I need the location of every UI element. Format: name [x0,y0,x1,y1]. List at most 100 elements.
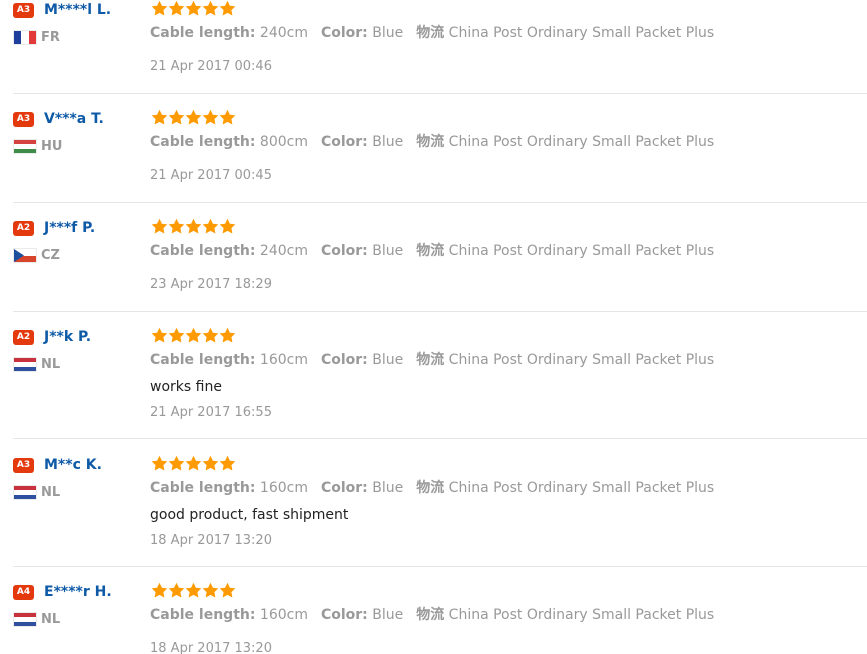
review-date: 21 Apr 2017 16:55 [150,405,272,420]
separator [13,311,867,312]
review-list: A3 M****l L. FR Cable length: 240cm Color… [0,0,867,654]
buyer-level-badge: A2 [13,221,34,236]
prop-value: China Post Ordinary Small Packet Plus [448,25,715,41]
buyer-country: NL [41,357,61,372]
buyer-name-link[interactable]: E****r H. [44,582,112,602]
star-icon [168,455,185,471]
feedback-text: works fine [150,379,222,395]
prop-key: Color: [320,243,368,259]
prop-value: China Post Ordinary Small Packet Plus [448,243,715,259]
order-properties: Cable length: 800cm Color: Blue 物流 China P… [150,132,714,152]
flag-hu-icon [14,140,36,153]
buyer-name-link[interactable]: M**c K. [44,455,102,475]
prop-key: Cable length: [150,134,256,150]
prop-key: 物流 [416,243,445,259]
star-icon [151,327,168,343]
prop-value: Blue [372,480,404,496]
prop-value: Blue [372,25,404,41]
prop-key: Cable length: [150,352,256,368]
star-icon [168,582,185,598]
buyer-country: HU [41,139,63,154]
buyer-name-link[interactable]: J***f P. [44,218,95,238]
star-icon [202,582,219,598]
star-icon [219,109,236,125]
buyer-level-badge: A2 [13,330,34,345]
star-icon [202,455,219,471]
flag-nl-icon [14,358,36,371]
prop-key: 物流 [416,134,445,150]
prop-key: 物流 [416,25,445,41]
star-icon [168,218,185,234]
buyer-country: CZ [41,248,60,263]
star-rating [151,109,236,127]
prop-value: China Post Ordinary Small Packet Plus [448,352,715,368]
order-properties: Cable length: 160cm Color: Blue 物流 China P… [150,350,714,370]
prop-value: China Post Ordinary Small Packet Plus [448,607,715,623]
review-item: A2 J***f P. CZ Cable length: 240cm Color:… [0,218,867,312]
star-icon [151,0,168,16]
star-icon [168,327,185,343]
star-icon [219,0,236,16]
separator [13,202,867,203]
star-icon [151,218,168,234]
prop-value: Blue [372,607,404,623]
prop-value: Blue [372,352,404,368]
review-date: 18 Apr 2017 13:20 [150,641,272,654]
star-icon [168,0,185,16]
review-date: 18 Apr 2017 13:20 [150,533,272,548]
flag-nl-icon [14,613,36,626]
flag-fr-icon [14,31,36,44]
prop-key: Color: [320,480,368,496]
star-icon [202,218,219,234]
review-date: 21 Apr 2017 00:45 [150,168,272,183]
star-icon [151,455,168,471]
prop-key: 物流 [416,352,445,368]
star-icon [219,455,236,471]
prop-key: 物流 [416,480,445,496]
star-rating [151,455,236,473]
buyer-country: NL [41,485,61,500]
buyer-country: FR [41,30,60,45]
review-date: 23 Apr 2017 18:29 [150,277,272,292]
star-rating [151,218,236,236]
buyer-level-badge: A3 [13,3,34,18]
feedback-text: good product, fast shipment [150,507,349,523]
prop-key: Color: [320,607,368,623]
star-rating [151,0,236,18]
buyer-name-link[interactable]: J**k P. [44,327,91,347]
star-rating [151,327,236,345]
prop-key: 物流 [416,607,445,623]
review-item: A4 E****r H. NL Cable length: 160cm Color… [0,582,867,654]
order-properties: Cable length: 240cm Color: Blue 物流 China P… [150,241,714,261]
star-icon [185,218,202,234]
prop-value: 800cm [259,134,308,150]
prop-value: 240cm [259,243,308,259]
prop-key: Color: [320,352,368,368]
prop-key: Cable length: [150,25,256,41]
order-properties: Cable length: 160cm Color: Blue 物流 China P… [150,605,714,625]
star-icon [202,327,219,343]
prop-key: Cable length: [150,607,256,623]
prop-value: Blue [372,243,404,259]
prop-value: 160cm [259,352,308,368]
review-date: 21 Apr 2017 00:46 [150,59,272,74]
buyer-name-link[interactable]: V***a T. [44,109,104,129]
star-icon [219,327,236,343]
star-icon [219,218,236,234]
star-rating [151,582,236,600]
buyer-name-link[interactable]: M****l L. [44,0,111,20]
star-icon [202,109,219,125]
star-icon [185,327,202,343]
prop-key: Color: [320,134,368,150]
star-icon [168,109,185,125]
star-icon [219,582,236,598]
prop-key: Cable length: [150,480,256,496]
prop-key: Color: [320,25,368,41]
separator [13,566,867,567]
review-item: A3 M**c K. NL Cable length: 160cm Color: … [0,455,867,567]
order-properties: Cable length: 160cm Color: Blue 物流 China P… [150,478,714,498]
buyer-country: NL [41,612,61,627]
star-icon [185,582,202,598]
buyer-level-badge: A3 [13,112,34,127]
flag-cz-icon [14,249,36,262]
